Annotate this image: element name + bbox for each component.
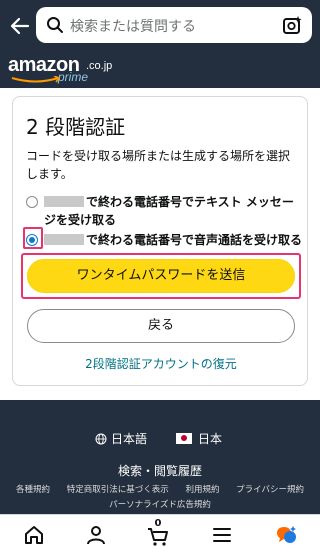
search-icon bbox=[47, 17, 63, 33]
recover-account-link[interactable]: 2段階認証アカウントの復元 bbox=[13, 355, 309, 372]
footer-link-commerce-act[interactable]: 特定商取引法に基づく表示 bbox=[67, 485, 169, 495]
masked-phone-number bbox=[44, 196, 84, 207]
language-label: 日本語 bbox=[111, 432, 148, 446]
search-bar[interactable]: 検索または質問する bbox=[36, 7, 312, 43]
browsing-history-link[interactable]: 検索・閲覧履歴 bbox=[0, 462, 320, 479]
country-selector[interactable]: 日本 bbox=[176, 430, 222, 447]
rufus-assistant-icon[interactable] bbox=[274, 523, 298, 547]
brand-bar: amazon .co.jp prime bbox=[0, 54, 320, 88]
footer: 日本語 日本 検索・閲覧履歴 各種規約 特定商取引法に基づく表示 利用規約 プラ… bbox=[0, 400, 320, 514]
search-input[interactable]: 検索または質問する bbox=[70, 16, 196, 36]
option-voice-call[interactable]: で終わる電話番号で音声通話を受け取る bbox=[26, 231, 302, 251]
main-content: 2 段階認証 コードを受け取る場所または生成する場所を選択します。 で終わる電話… bbox=[0, 88, 320, 400]
country-label: 日本 bbox=[198, 432, 223, 446]
camera-search-icon[interactable] bbox=[282, 14, 304, 36]
logo-smile-icon bbox=[11, 76, 61, 83]
footer-link-personalized-ads[interactable]: パーソナライズド広告規約 bbox=[0, 498, 320, 510]
footer-link-terms[interactable]: 各種規約 bbox=[16, 485, 50, 495]
send-otp-button[interactable]: ワンタイムパスワードを送信 bbox=[27, 259, 295, 293]
option-text-message[interactable]: で終わる電話番号でテキスト メッセージを受け取る bbox=[26, 193, 302, 229]
logo-domain: .co.jp bbox=[86, 60, 113, 72]
back-button[interactable]: 戻る bbox=[27, 309, 295, 343]
description-text: コードを受け取る場所または生成する場所を選択します。 bbox=[26, 149, 291, 181]
page-title: 2 段階認証 bbox=[26, 115, 126, 139]
japan-flag-icon bbox=[176, 433, 192, 444]
top-bar: 検索または質問する bbox=[0, 0, 320, 54]
cart-count-badge: 0 bbox=[154, 518, 162, 529]
menu-icon[interactable] bbox=[210, 523, 234, 547]
account-icon[interactable] bbox=[84, 523, 108, 547]
back-arrow-icon[interactable] bbox=[8, 14, 30, 38]
two-step-card: 2 段階認証 コードを受け取る場所または生成する場所を選択します。 で終わる電話… bbox=[12, 96, 308, 386]
globe-icon bbox=[95, 433, 107, 444]
cart-tab[interactable]: 0 bbox=[146, 518, 170, 547]
radio-voice-call[interactable] bbox=[26, 234, 38, 246]
masked-phone-number bbox=[44, 234, 84, 245]
option-voice-call-label: で終わる電話番号で音声通話を受け取る bbox=[86, 233, 303, 247]
radio-text-message[interactable] bbox=[26, 196, 38, 208]
language-selector[interactable]: 日本語 bbox=[95, 430, 147, 447]
bottom-tab-bar: 0 bbox=[0, 514, 320, 552]
footer-links: 各種規約 特定商取引法に基づく表示 利用規約 プライバシー規約 bbox=[0, 483, 320, 495]
home-icon[interactable] bbox=[22, 523, 46, 547]
footer-link-privacy[interactable]: プライバシー規約 bbox=[236, 485, 304, 495]
footer-link-conditions[interactable]: 利用規約 bbox=[185, 485, 219, 495]
